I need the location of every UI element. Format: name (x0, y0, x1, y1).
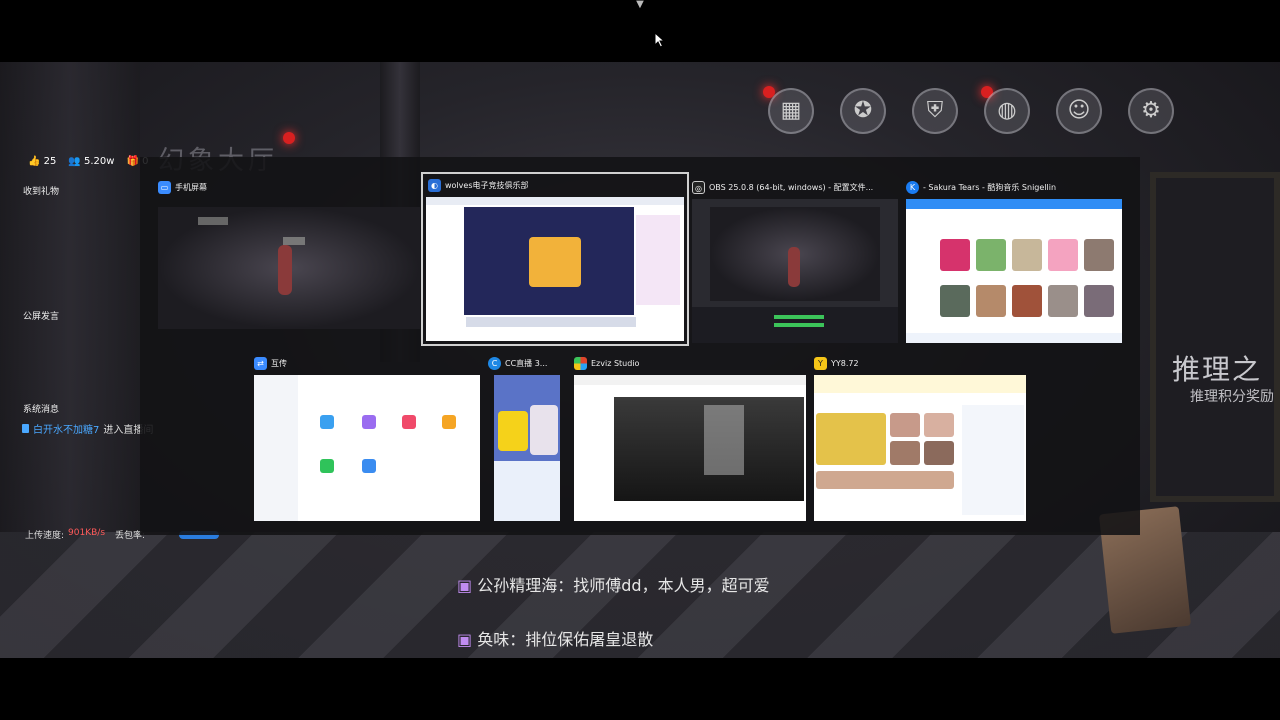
window-title: Ezviz Studio (591, 358, 640, 368)
task-switcher: ▭ 手机屏幕 ◐ wolves电子竞技俱乐部 ◎ OBS 25.0.8 (64-… (140, 157, 1140, 535)
window-title: OBS 25.0.8 (64-bit, windows) - 配置文件... (709, 182, 874, 192)
gear-icon[interactable]: ⚙ (1128, 88, 1174, 134)
window-thumbnail (494, 375, 560, 521)
window-ezviz-studio[interactable]: Ezviz Studio (574, 353, 806, 521)
wall-pillar (0, 62, 140, 532)
top-bar: ▼ (0, 0, 1280, 62)
screen: 推理之 推理积分奖励 ▣ 公孙精理海：找师傅dd，本人男，超可爱 ▣ 奂味：排位… (0, 0, 1280, 720)
window-title-bar: ◐ wolves电子竞技俱乐部 (428, 175, 528, 195)
chevron-down-icon[interactable]: ▼ (633, 0, 647, 10)
window-thumbnail (158, 207, 420, 329)
window-thumbnail (254, 375, 480, 521)
yy-icon: Y (814, 356, 827, 370)
window-title-bar: K - Sakura Tears - 酷狗音乐 Snigellin (906, 177, 1056, 197)
window-obs[interactable]: ◎ OBS 25.0.8 (64-bit, windows) - 配置文件... (692, 177, 898, 343)
window-thumbnail (692, 199, 898, 343)
red-lamp (283, 132, 295, 144)
game-top-icons: ▦ ✪ ⛨ ◍ ☺ ⚙ (768, 88, 1174, 136)
window-cc-live[interactable]: C CC直播 3... (488, 353, 560, 521)
danmaku-user: 奂味 (477, 630, 510, 649)
friends-icon[interactable]: ☺ (1056, 88, 1102, 134)
system-message-user[interactable]: 白开水不加糖7 (33, 421, 99, 436)
people-icon: 👥 (68, 156, 81, 167)
gift-icon: 🎁 (126, 156, 139, 167)
public-chat-label: 公屏发言 (23, 312, 60, 322)
window-title-bar: ▭ 手机屏幕 (158, 177, 207, 197)
danmaku-badge-icon: ▣ (457, 630, 473, 649)
danmaku-badge-icon: ▣ (457, 576, 473, 595)
shield-icon[interactable]: ⛨ (912, 88, 958, 134)
window-title: CC直播 3... (505, 358, 548, 368)
ezviz-icon (574, 356, 587, 370)
danmaku-line: ▣ 奂味：排位保佑屠皇退散 (457, 630, 654, 649)
globe-icon[interactable]: ◍ (984, 88, 1030, 134)
gift-section-label: 收到礼物 (23, 187, 60, 197)
system-message-label: 系统消息 (23, 405, 60, 415)
system-message: 白开水不加糖7 进入直播间 (22, 421, 153, 436)
danmaku-line: ▣ 公孙精理海：找师傅dd，本人男，超可爱 (457, 576, 770, 595)
window-phone-screen[interactable]: ▭ 手机屏幕 (158, 177, 420, 343)
window-title: wolves电子竞技俱乐部 (445, 180, 529, 190)
browser-icon: ◐ (428, 178, 441, 192)
side-subtitle: 推理积分奖励 (1190, 389, 1274, 405)
danmaku-user: 公孙精理海 (477, 576, 558, 595)
danmaku-text: 排位保佑屠皇退散 (525, 630, 654, 649)
window-thumbnail (426, 197, 684, 341)
cc-live-icon: C (488, 356, 501, 370)
window-title: 手机屏幕 (175, 182, 207, 192)
viewer-count: 👥 5.20w (68, 156, 115, 167)
danmaku-text: 找师傅dd，本人男，超可爱 (573, 576, 770, 595)
window-title-bar: ◎ OBS 25.0.8 (64-bit, windows) - 配置文件... (692, 177, 873, 197)
window-kugou-music[interactable]: K - Sakura Tears - 酷狗音乐 Snigellin (906, 177, 1122, 343)
phone-screen-icon: ▭ (158, 180, 171, 194)
window-thumbnail (814, 375, 1026, 521)
window-title: YY8.72 (831, 358, 859, 368)
window-title-bar: ⇄ 互传 (254, 353, 287, 373)
window-thumbnail (574, 375, 806, 521)
cards-icon[interactable]: ▦ (768, 88, 814, 134)
obs-icon: ◎ (692, 180, 705, 194)
transfer-icon: ⇄ (254, 356, 267, 370)
stream-stats: 👍 25 👥 5.20w 🎁 0 (28, 156, 148, 170)
window-title-bar: Ezviz Studio (574, 353, 639, 373)
side-title: 推理之 (1172, 353, 1263, 386)
badge-icon[interactable]: ✪ (840, 88, 886, 134)
window-yy[interactable]: Y YY8.72 (814, 353, 1026, 521)
picture-frame (1150, 172, 1280, 502)
user-badge-icon (22, 424, 29, 433)
upload-value: 901KB/s (68, 528, 106, 538)
thumbs-up-icon: 👍 (28, 156, 41, 167)
kugou-icon: K (906, 180, 919, 194)
window-title-bar: Y YY8.72 (814, 353, 859, 373)
window-thumbnail (906, 199, 1122, 343)
like-count: 👍 25 (28, 156, 57, 167)
window-transfer[interactable]: ⇄ 互传 (254, 353, 480, 521)
window-title: - Sakura Tears - 酷狗音乐 Snigellin (923, 182, 1057, 192)
window-wolves-browser[interactable]: ◐ wolves电子竞技俱乐部 (421, 172, 689, 346)
window-title-bar: C CC直播 3... (488, 353, 547, 373)
window-title: 互传 (271, 358, 287, 368)
upload-label: 上传速度: (25, 531, 65, 541)
